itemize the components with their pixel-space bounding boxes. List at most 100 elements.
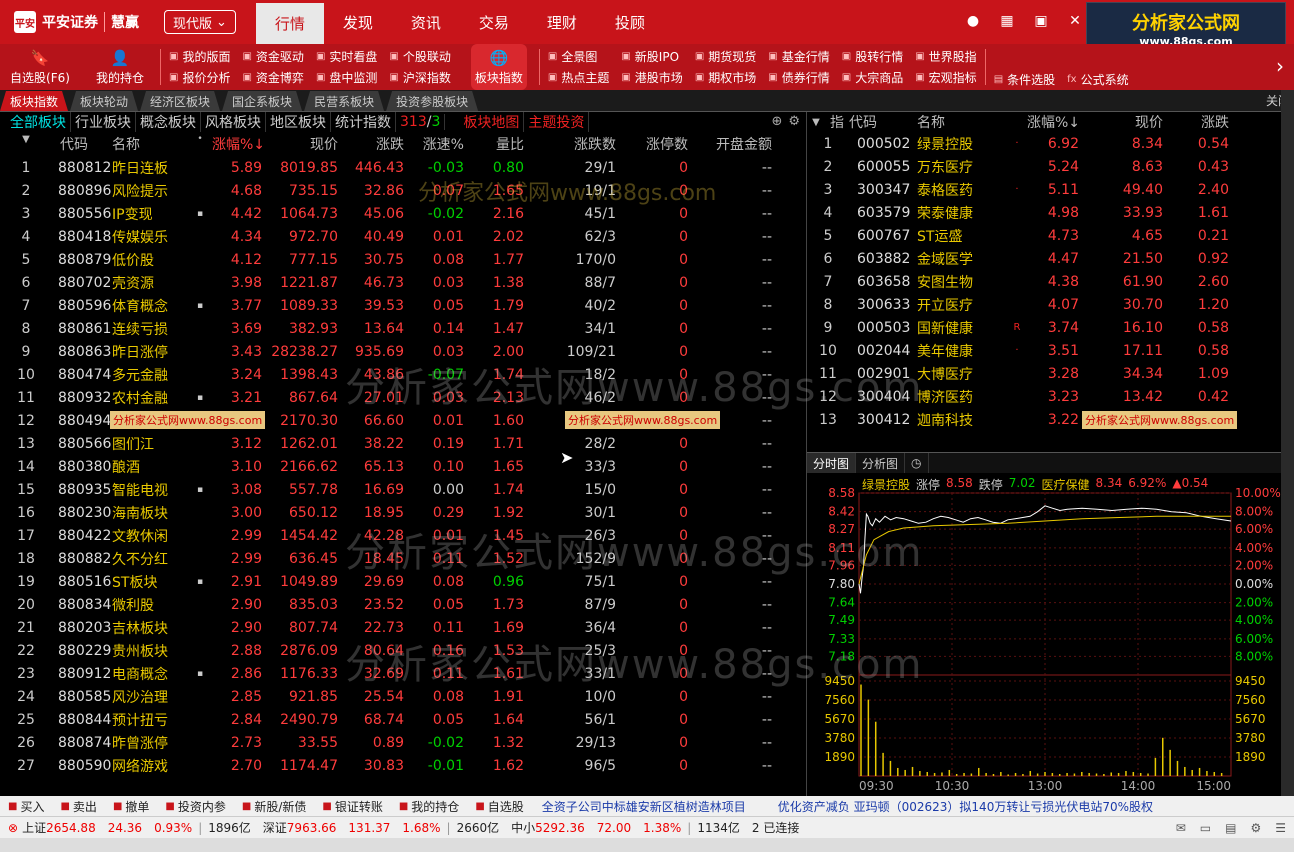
toolbar-item2-2[interactable]: ▣ 新股IPO [621, 46, 682, 67]
news-ticker-1[interactable]: 全资子公司中标雄安新区植树造林项目 [532, 798, 746, 815]
toolbar-item2-8[interactable]: ▣ 股转行情 [842, 46, 903, 67]
toolbar-right-0[interactable]: ▤ 条件选股 [994, 71, 1055, 88]
chat-icon[interactable]: ▭ [1200, 821, 1211, 835]
toolbar-item2-7[interactable]: ▣ 债券行情 [768, 67, 829, 88]
grid-icon[interactable]: ▦ [998, 12, 1016, 30]
subtab-0[interactable]: 全部板块 [6, 112, 71, 132]
stock-row[interactable]: 3 300347 泰格医药 · 5.11 49.40 2.40 [807, 178, 1281, 201]
table-row[interactable]: 5 880879 低价股 4.12 777.15 30.75 0.08 1.77 170/0 0 -… [6, 248, 806, 271]
toolbar-item-0[interactable]: ▣ 我的版面 [169, 46, 230, 67]
zoom-icon[interactable]: ⊕ [771, 114, 782, 129]
nav-tab-0[interactable]: 行情 [255, 0, 324, 44]
chart-tab-0[interactable]: 分时图 [807, 453, 857, 473]
table-row[interactable]: 8 880861 连续亏损 3.69 382.93 13.64 0.14 1.47 34/1 0 -… [6, 317, 806, 340]
col-header-4[interactable]: 现价 [262, 134, 338, 154]
table-row[interactable]: 26 880874 昨曾涨停 2.73 33.55 0.89 -0.02 1.32 29/13 0… [6, 731, 806, 754]
toolbar-next-arrow-icon[interactable]: › [1276, 54, 1284, 78]
stock-row[interactable]: 9 000503 国新健康 R 3.74 16.10 0.58 [807, 316, 1281, 339]
toolbar-big-0[interactable]: 🔖 自选股(F6) [0, 44, 80, 90]
col-header-6[interactable]: 涨速% [404, 134, 464, 154]
settings-icon[interactable]: ⚙ [1250, 821, 1261, 835]
bottom-item-6[interactable]: ■ 我的持仓 [391, 798, 467, 815]
bottom-item-4[interactable]: ■ 新股/新债 [234, 798, 315, 815]
toolbar-item-4[interactable]: ▣ 实时看盘 [316, 46, 377, 67]
toolbar-item-5[interactable]: ▣ 盘中监测 [316, 67, 377, 88]
col-header-8[interactable]: 涨跌数 [524, 134, 616, 154]
stock-row[interactable]: 8 300633 开立医疗 4.07 30.70 1.20 [807, 293, 1281, 316]
subtab-3[interactable]: 风格板块 [201, 112, 266, 132]
rcol-header-2[interactable]: 名称 [917, 112, 1007, 132]
toolbar-big-1[interactable]: 👤 我的持仓 [80, 44, 160, 90]
toolbar-item2-6[interactable]: ▣ 基金行情 [768, 46, 829, 67]
col-header-3[interactable]: 涨幅%↓ [212, 134, 262, 154]
col-header-5[interactable]: 涨跌 [338, 134, 404, 154]
toolbar-item-2[interactable]: ▣ 资金驱动 [242, 46, 303, 67]
toolbar-item2-10[interactable]: ▣ 世界股指 [915, 46, 976, 67]
toolbar-active-sector-index[interactable]: 🌐 板块指数 [470, 44, 527, 90]
table-row[interactable]: 10 880474 多元金融 3.24 1398.43 43.86 -0.07 1.74 18/… [6, 363, 806, 386]
history-icon[interactable]: ◷ [905, 453, 929, 473]
table-row[interactable]: 21 880203 吉林板块 2.90 807.74 22.73 0.11 1.69 36/4 0… [6, 616, 806, 639]
nav-tab-3[interactable]: 交易 [460, 0, 528, 44]
sheet-tab-0[interactable]: 板块指数 [0, 91, 68, 111]
col-header-10[interactable]: 开盘金额 [688, 134, 772, 154]
rcol-header-6[interactable]: 涨跌 [1163, 112, 1229, 132]
stock-row[interactable]: 4 603579 荣泰健康 4.98 33.93 1.61 [807, 201, 1281, 224]
toolbar-item-6[interactable]: ▣ 个股联动 [389, 46, 450, 67]
user-icon[interactable]: ● [964, 12, 982, 30]
bottom-item-1[interactable]: ■ 卖出 [52, 798, 104, 815]
toolbar-item-1[interactable]: ▣ 报价分析 [169, 67, 230, 88]
toolbar-item2-11[interactable]: ▣ 宏观指标 [915, 67, 976, 88]
table-row[interactable]: 19 880516 ST板块 ▪ 2.91 1049.89 29.69 0.08 0.96 75/… [6, 570, 806, 593]
table-row[interactable]: 20 880834 微利股 2.90 835.03 23.52 0.05 1.73 87/9 0 -… [6, 593, 806, 616]
bottom-item-5[interactable]: ■ 银证转账 [314, 798, 390, 815]
bottom-item-0[interactable]: ■ 买入 [0, 798, 52, 815]
monitor-icon[interactable]: ▤ [1225, 821, 1236, 835]
toolbar-item2-4[interactable]: ▣ 期货现货 [695, 46, 756, 67]
nav-tab-4[interactable]: 理财 [528, 0, 596, 44]
bottom-item-3[interactable]: ■ 投资内参 [157, 798, 233, 815]
sheet-tab-2[interactable]: 经济区板块 [140, 91, 220, 111]
toolbar-item2-9[interactable]: ▣ 大宗商品 [842, 67, 903, 88]
table-row[interactable]: 22 880229 贵州板块 2.88 2876.09 80.64 0.16 1.53 25/3… [6, 639, 806, 662]
col-header-7[interactable]: 量比 [464, 134, 524, 154]
subtab-1[interactable]: 行业板块 [71, 112, 136, 132]
table-row[interactable]: 9 880863 昨日涨停 3.43 28238.27 935.69 0.03 2.00 109… [6, 340, 806, 363]
news-ticker-2[interactable]: 优化资产减负 亚玛顿（002623）拟140万转让亏损光伏电站70%股权 [746, 798, 1153, 815]
nav-tab-5[interactable]: 投顾 [596, 0, 664, 44]
toolbar-item-3[interactable]: ▣ 资金博弈 [242, 67, 303, 88]
version-dropdown[interactable]: 现代版 ⌄ [164, 10, 236, 34]
nav-tab-1[interactable]: 发现 [324, 0, 392, 44]
lock-icon[interactable]: ▣ [1032, 12, 1050, 30]
sheet-tab-5[interactable]: 投资参股板块 [386, 91, 478, 111]
intraday-chart[interactable]: 8.58 8.42 8.27 8.11 7.96 7.80 7.64 7.49 7.33 7.18… [807, 473, 1281, 796]
subtab-4[interactable]: 地区板块 [266, 112, 331, 132]
sort-arrow-icon[interactable]: ▼ [6, 134, 46, 154]
rcol-header-1[interactable]: 代码 [849, 112, 917, 132]
rcol-header-0[interactable]: 指 [825, 112, 849, 132]
toolbar-right-1[interactable]: fx 公式系统 [1067, 71, 1128, 88]
toolbar-item2-1[interactable]: ▣ 热点主题 [548, 67, 609, 88]
stock-row[interactable]: 12 300404 博济医药 3.23 13.42 0.42 [807, 385, 1281, 408]
table-row[interactable]: 18 880882 久不分红 2.99 636.45 18.45 0.11 1.52 152/9… [6, 547, 806, 570]
stock-row[interactable]: 5 600767 ST运盛 4.73 4.65 0.21 [807, 224, 1281, 247]
col-header-2[interactable]: • [188, 134, 212, 154]
toolbar-item2-0[interactable]: ▣ 全景图 [548, 46, 609, 67]
table-row[interactable]: 17 880422 文教休闲 2.99 1454.42 42.28 0.01 1.45 26/3… [6, 524, 806, 547]
table-row[interactable]: 13 880566 图们江 3.12 1262.01 38.22 0.19 1.71 28/2 0… [6, 432, 806, 455]
vertical-scrollbar[interactable] [1281, 90, 1294, 796]
toolbar-item2-3[interactable]: ▣ 港股市场 [621, 67, 682, 88]
rcol-header-5[interactable]: 现价 [1079, 112, 1163, 132]
table-row[interactable]: 25 880844 预计扭亏 2.84 2490.79 68.74 0.05 1.64 56/1… [6, 708, 806, 731]
bottom-item-7[interactable]: ■ 自选股 [467, 798, 531, 815]
table-row[interactable]: 27 880590 网络游戏 2.70 1174.47 30.83 -0.01 1.62 96/… [6, 754, 806, 777]
sort-arrow-icon[interactable]: ▼ [807, 117, 825, 128]
bottom-item-2[interactable]: ■ 撤单 [105, 798, 157, 815]
toolbar-item2-5[interactable]: ▣ 期权市场 [695, 67, 756, 88]
table-row[interactable]: 24 880585 风沙治理 2.85 921.85 25.54 0.08 1.91 10/0 0… [6, 685, 806, 708]
table-row[interactable]: 15 880935 智能电视 ▪ 3.08 557.78 16.69 0.00 1.74 15/0… [6, 478, 806, 501]
stock-row[interactable]: 11 002901 大博医疗 3.28 34.34 1.09 [807, 362, 1281, 385]
col-header-0[interactable]: 代码 [46, 134, 112, 154]
sheet-tab-3[interactable]: 国企系板块 [222, 91, 302, 111]
table-row[interactable]: 11 880932 农村金融 ▪ 3.21 867.64 27.01 0.03 2.13 46/2… [6, 386, 806, 409]
